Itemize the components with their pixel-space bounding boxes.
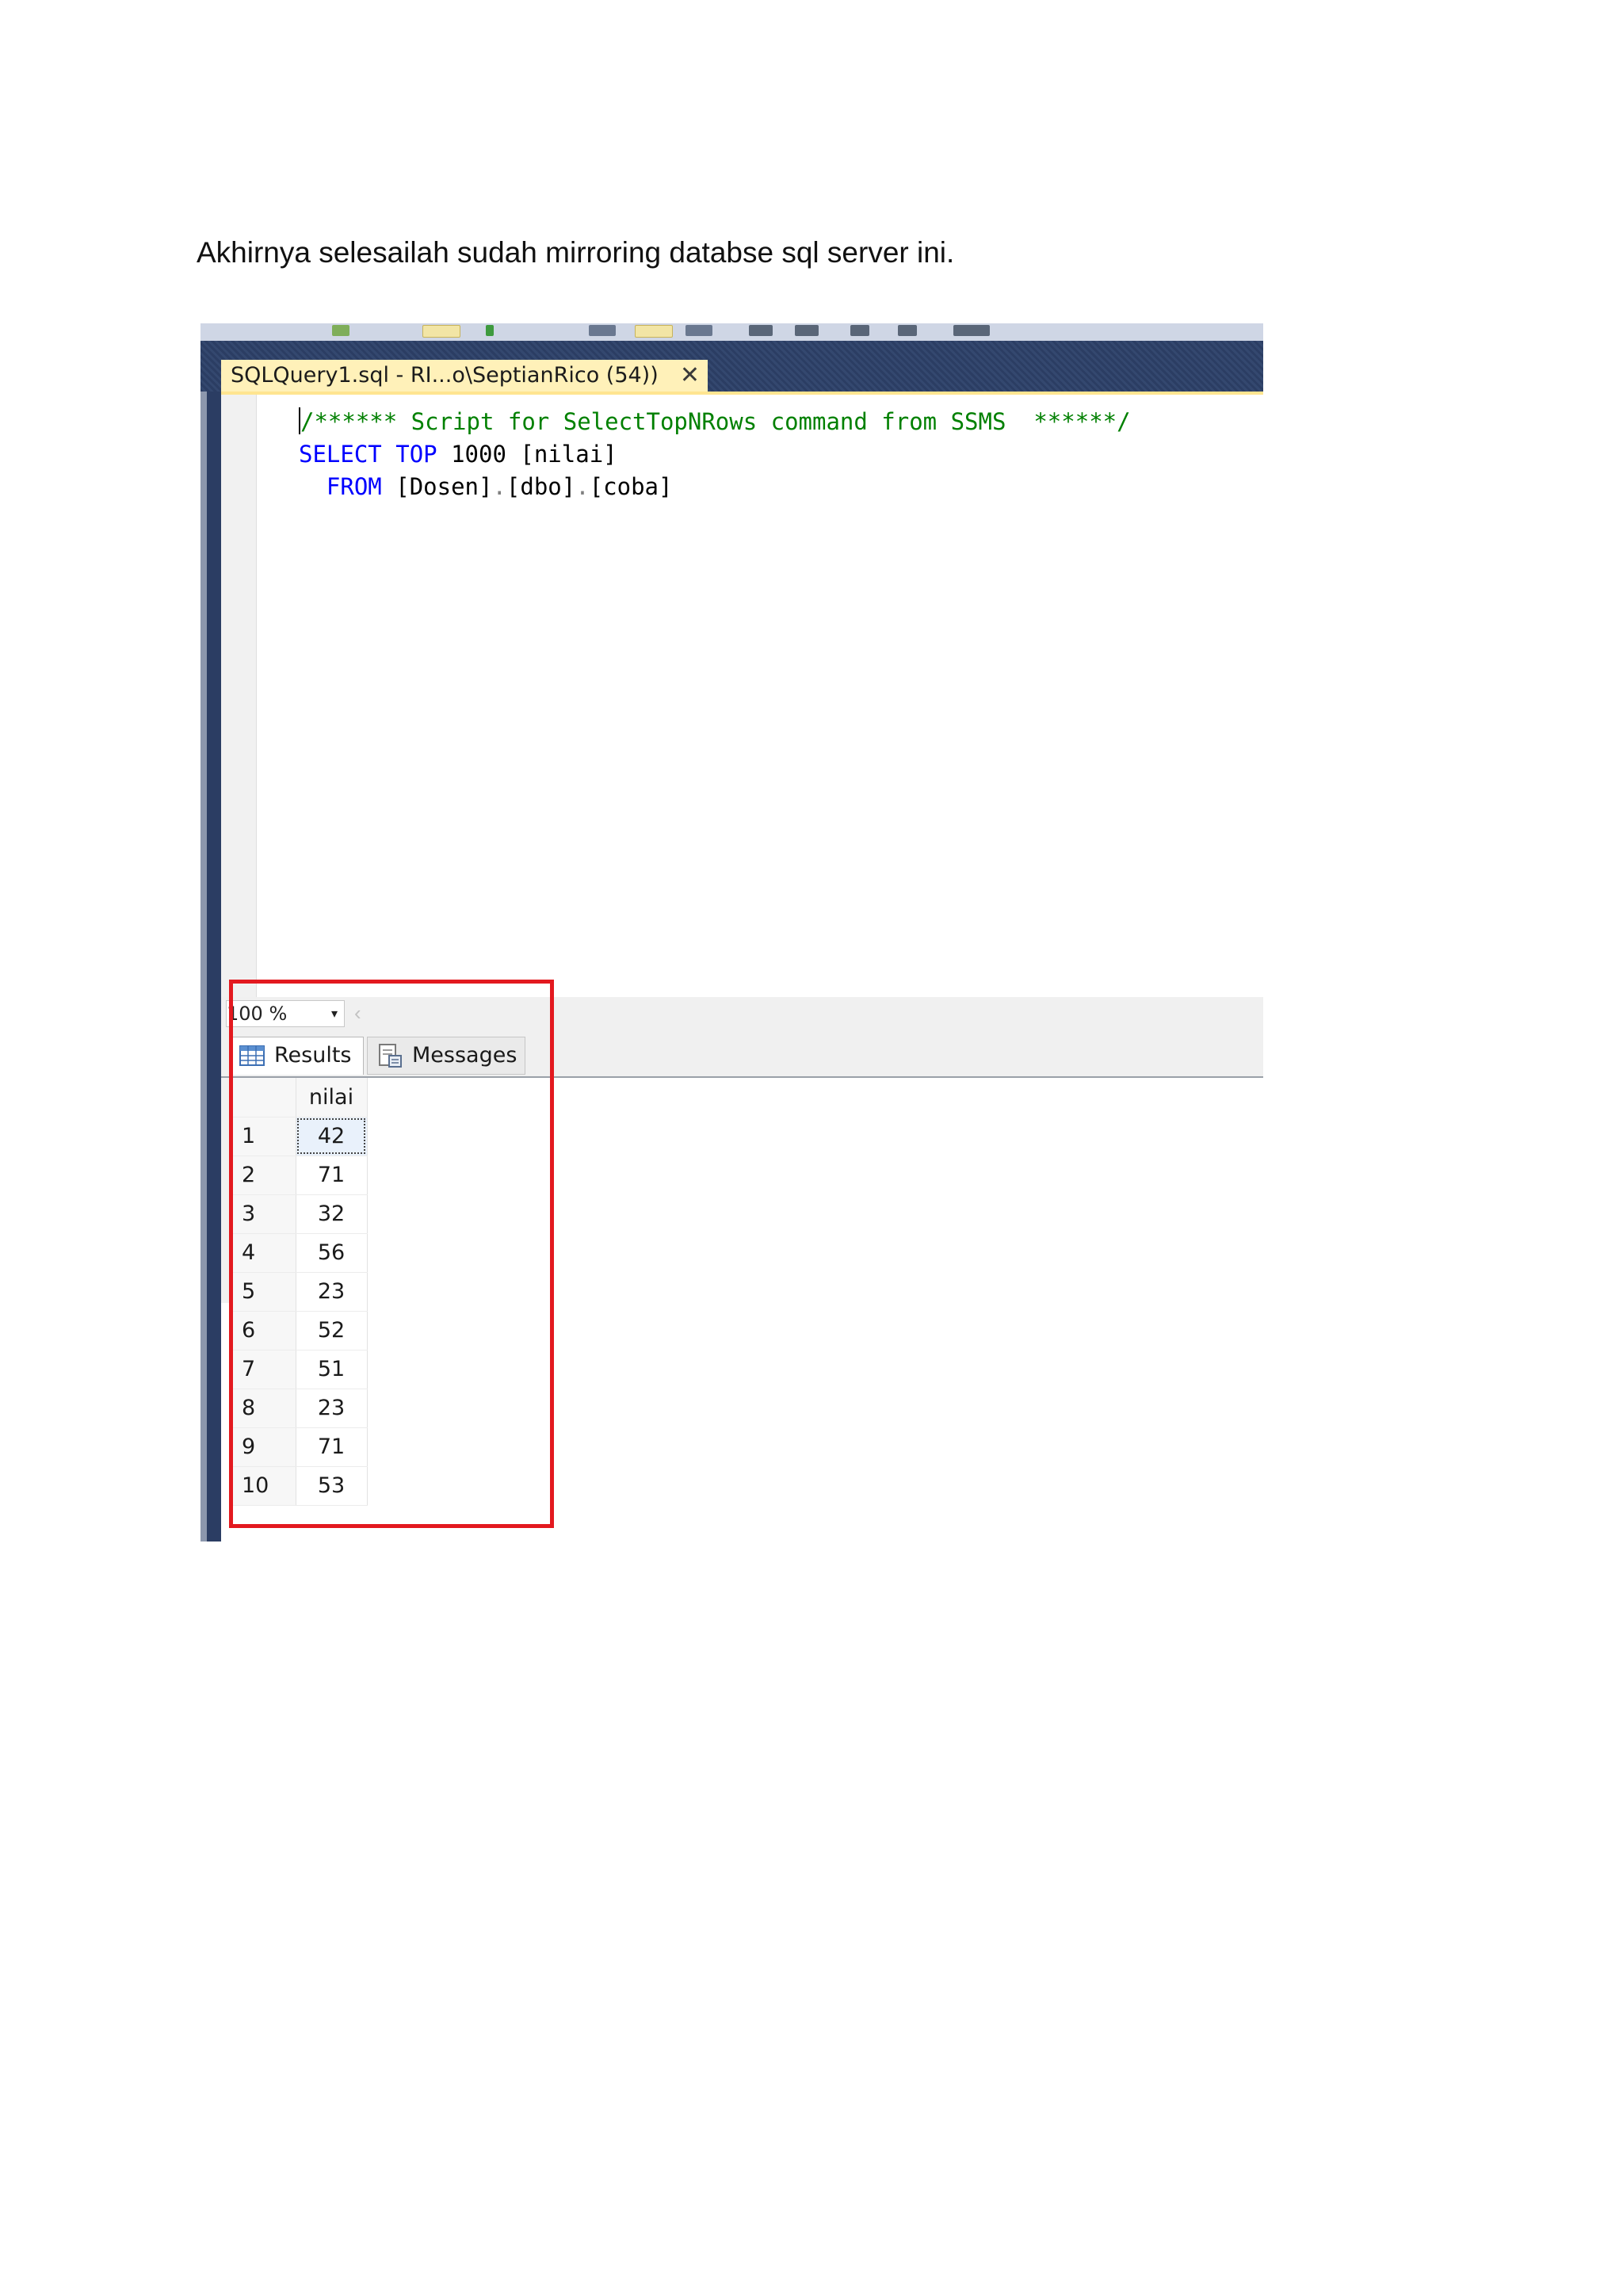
ssms-screenshot: SQLQuery1.sql - RI...o\SeptianRico (54))… xyxy=(200,323,1263,1541)
code-schema-name: [dbo] xyxy=(506,473,576,500)
table-row: 8 23 xyxy=(232,1389,368,1428)
toolbar-icon[interactable] xyxy=(635,325,673,338)
tab-results[interactable]: Results xyxy=(229,1037,364,1075)
row-number[interactable]: 10 xyxy=(232,1466,296,1506)
row-number[interactable]: 5 xyxy=(232,1272,296,1312)
grid-cell[interactable]: 23 xyxy=(296,1272,368,1312)
tab-underline xyxy=(221,392,1263,395)
table-row: 2 71 xyxy=(232,1156,368,1195)
column-header-nilai[interactable]: nilai xyxy=(296,1078,368,1117)
scroll-left-icon[interactable]: ‹ xyxy=(354,1000,361,1026)
query-editor[interactable]: /****** Script for SelectTopNRows comman… xyxy=(299,406,1131,503)
table-row: 10 53 xyxy=(232,1466,368,1506)
table-row: 6 52 xyxy=(232,1311,368,1350)
row-number[interactable]: 9 xyxy=(232,1427,296,1467)
row-number[interactable]: 2 xyxy=(232,1156,296,1195)
window-frame-edge xyxy=(200,392,207,1541)
grid-cell[interactable]: 23 xyxy=(296,1389,368,1428)
row-number[interactable]: 4 xyxy=(232,1233,296,1273)
toolbar xyxy=(200,323,1263,341)
grid-cell[interactable]: 56 xyxy=(296,1233,368,1273)
zoom-bar: 100 % ▾ ‹ xyxy=(221,997,1263,1032)
code-dot: . xyxy=(492,473,506,500)
table-row: 7 51 xyxy=(232,1350,368,1389)
row-number[interactable]: 8 xyxy=(232,1389,296,1428)
code-keyword-top: TOP xyxy=(395,441,437,468)
code-table-name: [coba] xyxy=(589,473,673,500)
toolbar-icon[interactable] xyxy=(898,325,917,336)
toolbar-icon[interactable] xyxy=(749,325,773,336)
code-keyword-from: FROM xyxy=(326,473,382,500)
toolbar-icon[interactable] xyxy=(850,325,869,336)
grid-icon xyxy=(239,1045,265,1066)
zoom-value: 100 % xyxy=(227,1003,288,1025)
grid-cell[interactable]: 52 xyxy=(296,1311,368,1350)
table-row: 1 42 xyxy=(232,1117,368,1156)
grid-cell[interactable]: 32 xyxy=(296,1194,368,1234)
code-dot: . xyxy=(575,473,590,500)
toolbar-icon[interactable] xyxy=(795,325,819,336)
code-select-list: 1000 [nilai] xyxy=(451,441,617,468)
toolbar-icon[interactable] xyxy=(422,325,460,338)
tab-messages-label: Messages xyxy=(412,1043,517,1068)
intro-text: Akhirnya selesailah sudah mirroring data… xyxy=(197,236,955,269)
results-tab-strip: Results Messages xyxy=(221,1032,1263,1078)
grid-cell[interactable]: 71 xyxy=(296,1427,368,1467)
code-comment: /****** Script for SelectTopNRows comman… xyxy=(300,408,1131,435)
row-number-header[interactable] xyxy=(232,1078,296,1117)
table-row: 4 56 xyxy=(232,1233,368,1273)
row-number[interactable]: 3 xyxy=(232,1194,296,1234)
row-number[interactable]: 6 xyxy=(232,1311,296,1350)
table-row: 3 32 xyxy=(232,1194,368,1234)
tab-messages[interactable]: Messages xyxy=(367,1037,525,1075)
toolbar-icon[interactable] xyxy=(685,325,712,336)
chevron-down-icon[interactable]: ▾ xyxy=(331,1001,338,1026)
results-grid[interactable]: nilai 1 42 2 71 3 32 4 56 5 23 6 52 7 51… xyxy=(232,1078,368,1506)
document-tab-bar: SQLQuery1.sql - RI...o\SeptianRico (54))… xyxy=(200,341,1263,392)
code-db-name: [Dosen] xyxy=(395,473,493,500)
grid-cell[interactable]: 53 xyxy=(296,1466,368,1506)
tab-sqlquery1[interactable]: SQLQuery1.sql - RI...o\SeptianRico (54))… xyxy=(221,360,708,392)
table-row: 5 23 xyxy=(232,1272,368,1312)
tab-title: SQLQuery1.sql - RI...o\SeptianRico (54)) xyxy=(231,363,659,388)
zoom-select[interactable]: 100 % ▾ xyxy=(226,1000,345,1027)
row-number[interactable]: 1 xyxy=(232,1117,296,1156)
row-number[interactable]: 7 xyxy=(232,1350,296,1389)
messages-icon xyxy=(379,1044,402,1068)
grid-cell[interactable]: 71 xyxy=(296,1156,368,1195)
grid-cell-selected[interactable]: 42 xyxy=(296,1117,368,1156)
close-icon[interactable]: ✕ xyxy=(680,360,700,392)
tab-results-label: Results xyxy=(274,1043,352,1068)
toolbar-icon[interactable] xyxy=(953,325,990,336)
toolbar-icon[interactable] xyxy=(486,325,494,336)
grid-cell[interactable]: 51 xyxy=(296,1350,368,1389)
grid-header-row: nilai xyxy=(232,1078,368,1117)
toolbar-icon[interactable] xyxy=(332,325,349,336)
code-keyword-select: SELECT xyxy=(299,441,382,468)
toolbar-icon[interactable] xyxy=(589,325,616,336)
table-row: 9 71 xyxy=(232,1427,368,1467)
